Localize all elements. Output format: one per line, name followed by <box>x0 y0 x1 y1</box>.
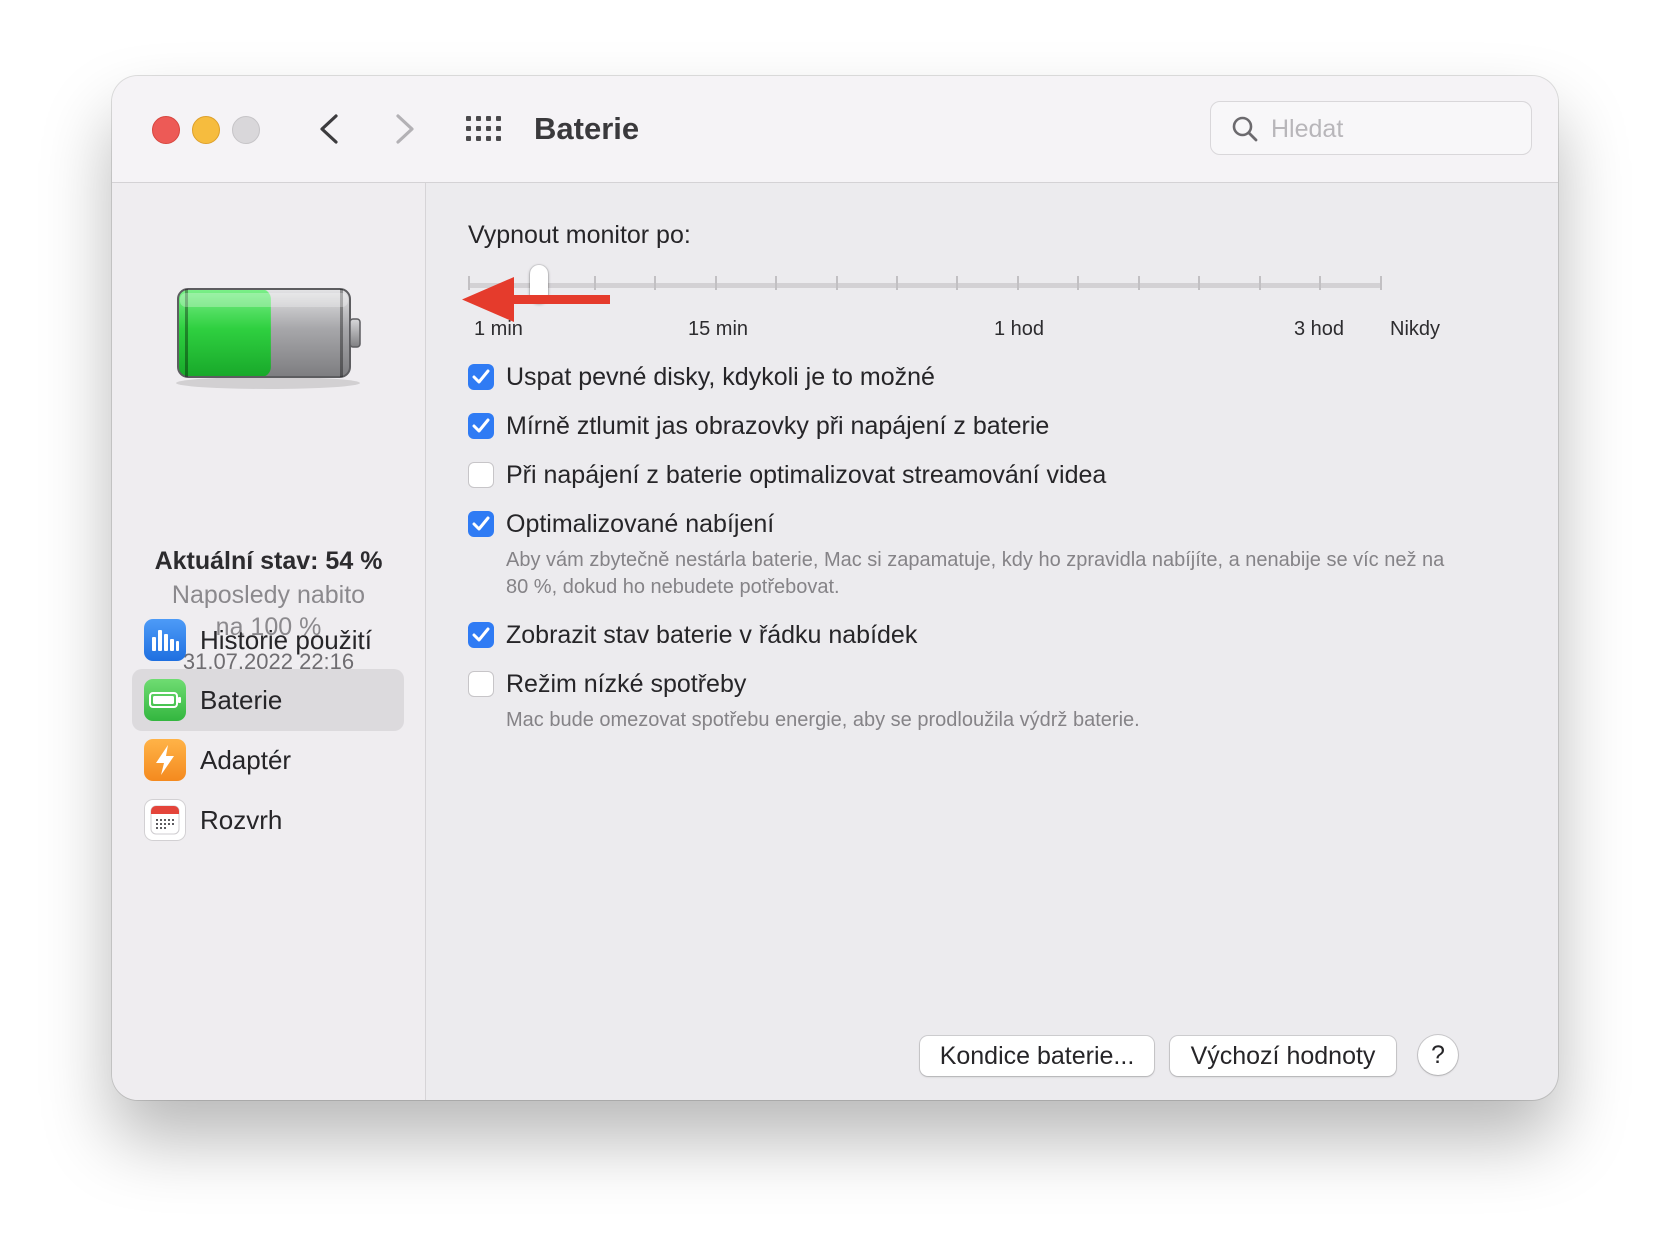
checkbox[interactable] <box>468 364 494 390</box>
last-charged-line1: Naposledy nabito <box>171 581 366 609</box>
slider-tick <box>836 276 838 290</box>
show-all-button[interactable] <box>464 114 504 144</box>
tick-label-3-hod: 3 hod <box>1294 318 1345 340</box>
slider-tick <box>1077 276 1079 290</box>
battery-level-icon <box>176 288 361 389</box>
preferences-window: Baterie Hledat Aktuální stav: 54 % Napos… <box>112 76 1558 1100</box>
sidebar-item-adapter[interactable]: Adaptér <box>132 729 404 791</box>
option-label: Režim nízké spotřeby <box>506 670 747 698</box>
annotation-arrow-icon <box>462 277 610 322</box>
sidebar-item-schedule[interactable]: Rozvrh <box>132 789 404 851</box>
low-power-description: Mac bude omezovat spotřebu energie, aby … <box>506 709 1140 731</box>
slider-tick <box>956 276 958 290</box>
option-label: Mírně ztlumit jas obrazovky při napájení… <box>506 412 1050 440</box>
checkmark-icon <box>472 627 490 642</box>
option-label: Uspat pevné disky, kdykoli je to možné <box>506 363 935 391</box>
checkbox[interactable] <box>468 462 494 488</box>
battery-status: Aktuální stav: 54 % <box>154 547 383 575</box>
search-field[interactable] <box>1210 101 1532 155</box>
forward-button[interactable] <box>384 106 424 152</box>
option-show-battery-status[interactable]: Zobrazit stav baterie v řádku nabídek <box>468 620 968 650</box>
checkbox[interactable] <box>468 671 494 697</box>
sidebar-item-battery[interactable]: Baterie <box>132 669 404 731</box>
chevron-left-icon <box>320 114 338 144</box>
zoom-window-button[interactable] <box>232 116 260 144</box>
lightning-bolt-icon <box>144 739 186 781</box>
sidebar-item-label: Historie použití <box>200 625 372 655</box>
option-dim-display[interactable]: Mírně ztlumit jas obrazovky při napájení… <box>468 411 1108 441</box>
slider-tick <box>896 276 898 290</box>
window-title: Baterie <box>534 111 640 146</box>
sidebar-item-label: Adaptér <box>200 745 292 775</box>
slider-tick <box>1259 276 1261 290</box>
option-optimize-video[interactable]: Při napájení z baterie optimalizovat str… <box>468 460 1158 490</box>
slider-tick <box>1319 276 1321 290</box>
option-optimized-charging[interactable]: Optimalizované nabíjení <box>468 509 808 539</box>
chevron-right-icon <box>396 114 414 144</box>
close-window-button[interactable] <box>152 116 180 144</box>
display-off-title: Vypnout monitor po: <box>468 221 691 249</box>
checkbox[interactable] <box>468 413 494 439</box>
option-label: Optimalizované nabíjení <box>506 510 775 538</box>
slider-tick <box>1380 276 1382 290</box>
option-label: Zobrazit stav baterie v řádku nabídek <box>506 621 918 649</box>
slider-tick <box>775 276 777 290</box>
slider-tick <box>1198 276 1200 290</box>
battery-icon <box>144 679 186 721</box>
minimize-window-button[interactable] <box>192 116 220 144</box>
main-content: Vypnout monitor po: 1 min 15 min 1 hod 3… <box>426 183 1558 1100</box>
slider-tick <box>654 276 656 290</box>
tick-label-1-hod: 1 hod <box>994 318 1045 340</box>
sidebar: Aktuální stav: 54 % Naposledy nabito na … <box>112 183 426 1100</box>
checkbox[interactable] <box>468 622 494 648</box>
slider-tick <box>1017 276 1019 290</box>
checkbox[interactable] <box>468 511 494 537</box>
sidebar-item-usage-history[interactable]: Historie použití <box>132 609 404 671</box>
slider-tick <box>1138 276 1140 290</box>
checkmark-icon <box>472 516 490 531</box>
tick-label-nikdy: Nikdy <box>1390 318 1441 340</box>
restore-defaults-button[interactable]: Výchozí hodnoty <box>1170 1036 1396 1076</box>
option-label: Při napájení z baterie optimalizovat str… <box>506 461 1107 489</box>
sidebar-item-label: Baterie <box>200 685 283 715</box>
calendar-icon <box>144 799 186 841</box>
titlebar: Baterie <box>112 76 1558 183</box>
search-input[interactable] <box>1269 110 1523 148</box>
checkmark-icon <box>472 418 490 433</box>
slider-tick <box>715 276 717 290</box>
battery-health-button[interactable]: Kondice baterie... <box>920 1036 1154 1076</box>
help-button[interactable]: ? <box>1418 1035 1458 1075</box>
back-button[interactable] <box>310 106 350 152</box>
checkmark-icon <box>472 369 490 384</box>
grid-icon <box>466 116 501 141</box>
optimized-charging-description: Aby vám zbytečně nestárla baterie, Mac s… <box>506 549 1445 598</box>
sidebar-item-label: Rozvrh <box>200 805 283 835</box>
search-icon <box>1232 116 1258 142</box>
option-low-power-mode[interactable]: Režim nízké spotřeby <box>468 669 798 699</box>
tick-label-15-min: 15 min <box>688 318 749 340</box>
option-sleep-disks[interactable]: Uspat pevné disky, kdykoli je to možné <box>468 362 988 392</box>
bar-chart-icon <box>144 619 186 661</box>
